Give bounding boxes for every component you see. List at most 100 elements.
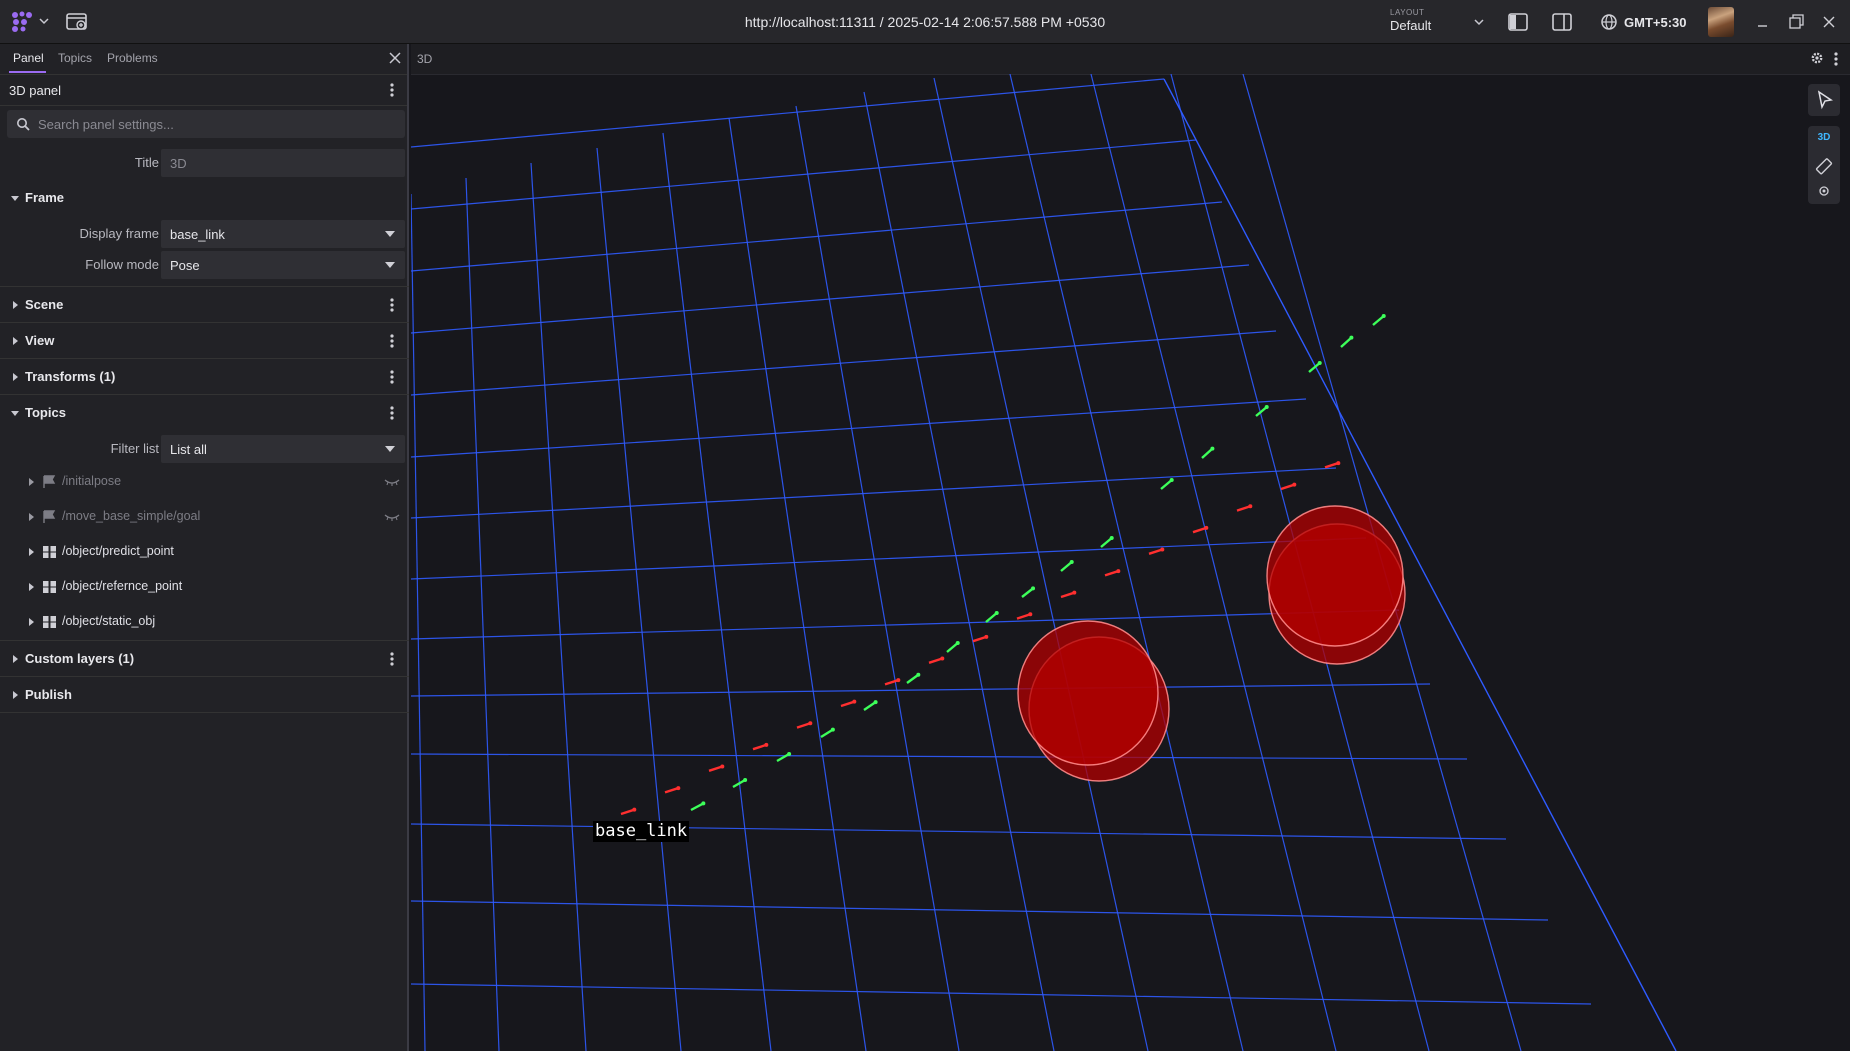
section-frame-label: Frame [25,190,65,205]
tab-panel[interactable]: Panel [13,51,44,65]
app-logo-icon[interactable] [10,10,34,34]
trajectory-arrow-head [1292,482,1297,487]
trajectory-arrow-head [1031,586,1036,591]
trajectory-arrow [1372,315,1385,326]
visibility-off-icon[interactable] [384,513,400,521]
3d-viewport[interactable]: 3D base_link 3D [411,44,1850,1051]
ground-grid [411,74,1677,1051]
trajectory-arrow [1324,461,1339,469]
maximize-window-icon[interactable] [1785,11,1807,33]
cursor-arrow-icon [1817,90,1833,110]
trajectory-arrow-head [1116,569,1121,574]
app-menu-chevron-down-icon[interactable] [39,16,49,26]
measure-tool-button[interactable] [1808,154,1840,180]
topic-row-refernce-point[interactable]: /object/refernce_point [0,570,409,604]
toggle-left-sidebar-icon[interactable] [1507,11,1529,33]
publish-point-tool-button[interactable] [1808,180,1840,204]
chevron-right-icon [13,691,18,699]
minimize-window-icon[interactable] [1752,11,1774,33]
topic-row-move-base-simple-goal[interactable]: /move_base_simple/goal [0,500,409,534]
tab-topics[interactable]: Topics [58,51,92,65]
section-topics-label: Topics [25,405,66,420]
close-window-icon[interactable] [1818,11,1840,33]
panel-menu-kebab-icon[interactable] [385,82,399,98]
topic-row-predict-point[interactable]: /object/predict_point [0,535,409,569]
section-transforms[interactable]: Transforms (1) [0,359,409,395]
chevron-right-icon [13,373,18,381]
chevron-right-icon[interactable] [27,478,35,486]
toggle-3d-button[interactable]: 3D [1808,126,1840,152]
chevron-right-icon[interactable] [27,583,35,591]
grid-boundary-line [1163,78,1677,1051]
chevron-right-icon[interactable] [27,513,35,521]
topic-row-static-obj[interactable]: /object/static_obj [0,605,409,641]
filter-list-label: Filter list [110,441,159,456]
grid-line [411,753,1468,760]
panel-header: 3D panel [0,75,407,106]
trajectory-arrow-head [1210,446,1215,451]
trajectory-arrow [884,678,899,686]
trajectory-arrow-head [1109,536,1114,541]
section-frame[interactable]: Frame [0,180,409,216]
grid-line [728,117,867,1051]
section-custom-layers[interactable]: Custom layers (1) [0,641,409,677]
layout-chevron-down-icon[interactable] [1473,16,1485,28]
grid-line [411,201,1223,272]
user-avatar[interactable] [1708,7,1734,37]
scene-menu-kebab-icon[interactable] [385,297,399,313]
trajectory-arrow [840,700,855,708]
trajectory-arrow-head [676,786,681,791]
search-panel-settings-input[interactable]: Search panel settings... [7,110,405,138]
filter-list-select[interactable]: List all [161,435,405,463]
section-topics[interactable]: Topics [0,395,409,431]
follow-mode-select[interactable]: Pose [161,251,405,279]
trajectory-arrow-head [873,700,878,705]
gear-icon[interactable] [1810,51,1824,65]
section-scene[interactable]: Scene [0,287,409,323]
close-sidebar-icon[interactable] [388,51,402,65]
section-publish[interactable]: Publish [0,677,409,713]
filter-list-row: Filter list List all [0,435,409,463]
add-panel-icon[interactable] [65,11,89,33]
flag-icon [43,510,56,523]
select-tool-button[interactable] [1808,84,1840,116]
topic-row-initialpose[interactable]: /initialpose [0,465,409,499]
visibility-off-icon[interactable] [384,478,400,486]
toggle-right-sidebar-icon[interactable] [1551,11,1573,33]
trajectory-arrow [664,786,679,794]
filter-list-value: List all [170,442,207,457]
chevron-right-icon[interactable] [27,618,35,626]
trajectory-arrow-head [764,742,769,747]
transforms-menu-kebab-icon[interactable] [385,369,399,385]
display-frame-select[interactable]: base_link [161,220,405,248]
dropdown-caret-icon [385,446,395,452]
3d-scene-canvas[interactable] [411,74,1850,1051]
data-source-url[interactable]: http://localhost:11311 / 2025-02-14 2:06… [745,14,1105,30]
trajectory-arrow-head [1028,612,1033,617]
grid-line [530,162,587,1051]
trajectory-arrow-head [1264,405,1269,410]
trajectory-arrow-head [1204,525,1209,530]
trajectory-arrow-head [632,807,637,812]
tab-problems[interactable]: Problems [107,51,158,65]
trajectory-arrow-head [808,721,813,726]
trajectory-arrow [1060,561,1073,572]
custom-layers-menu-kebab-icon[interactable] [385,651,399,667]
trajectory-arrow [690,802,704,812]
timezone-selector[interactable]: GMT+5:30 [1600,12,1687,32]
chevron-right-icon [13,337,18,345]
viewport-menu-kebab-icon[interactable] [1829,51,1843,67]
toggle-3d-label: 3D [1817,132,1831,143]
section-view[interactable]: View [0,323,409,359]
trajectory-arrow-head [955,641,960,646]
trajectory-arrow [1236,505,1251,512]
chevron-right-icon[interactable] [27,548,35,556]
title-input[interactable]: 3D [161,149,405,177]
topics-menu-kebab-icon[interactable] [385,405,399,421]
trajectory-arrow-head [916,672,921,677]
base-link-frame-label: base_link [593,821,690,842]
grid-icon [43,581,56,593]
trajectory-arrow-head [994,611,999,616]
view-menu-kebab-icon[interactable] [385,333,399,349]
trajectory-arrow-head [1317,361,1322,366]
